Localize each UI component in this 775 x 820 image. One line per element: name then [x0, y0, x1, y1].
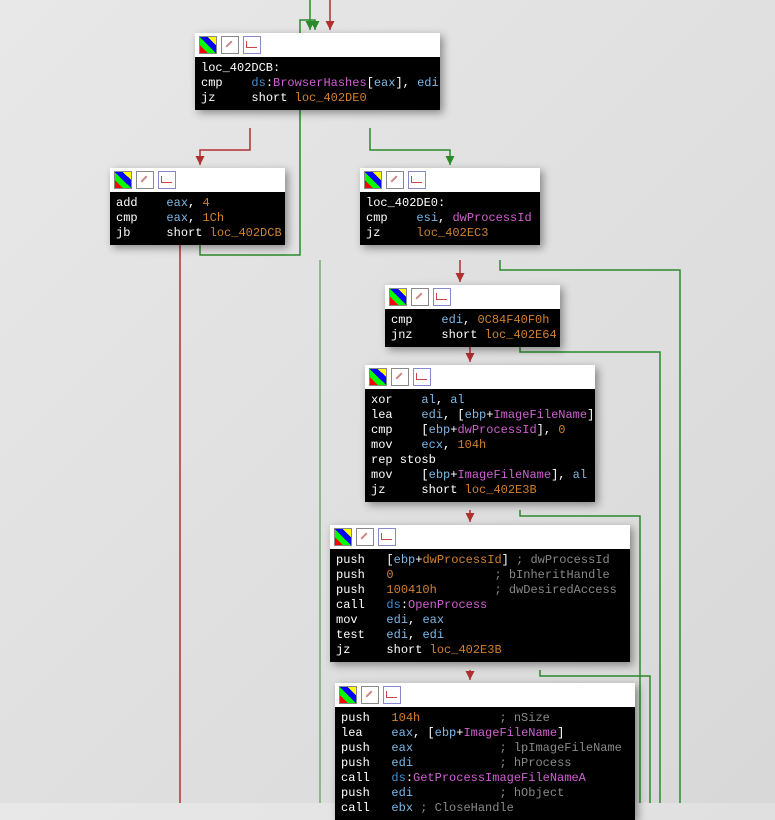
- graph-icon: [433, 288, 451, 306]
- edit-icon: [361, 686, 379, 704]
- asm-line: mov ecx, 104h: [371, 438, 589, 453]
- block-label: loc_402DE0:: [366, 196, 534, 211]
- asm-line: call ebx ; CloseHandle: [341, 801, 629, 816]
- asm-line: jz short loc_402E3B: [336, 643, 624, 658]
- color-icon: [369, 368, 387, 386]
- asm-line: push 100410h ; dwDesiredAccess: [336, 583, 624, 598]
- asm-line: jz short loc_402DE0: [201, 91, 434, 106]
- code-body: push 104h ; nSizelea eax, [ebp+ImageFile…: [335, 707, 635, 820]
- graph-icon: [408, 171, 426, 189]
- graph-icon: [158, 171, 176, 189]
- block-title-bar: [195, 33, 440, 57]
- color-icon: [114, 171, 132, 189]
- code-block-b5[interactable]: xor al, allea edi, [ebp+ImageFileName]cm…: [365, 365, 595, 502]
- asm-line: cmp eax, 1Ch: [116, 211, 279, 226]
- edit-icon: [136, 171, 154, 189]
- asm-line: mov edi, eax: [336, 613, 624, 628]
- asm-line: mov [ebp+ImageFileName], al: [371, 468, 589, 483]
- asm-line: push edi ; hObject: [341, 786, 629, 801]
- code-block-b7[interactable]: push 104h ; nSizelea eax, [ebp+ImageFile…: [335, 683, 635, 820]
- code-block-b6[interactable]: push [ebp+dwProcessId] ; dwProcessIdpush…: [330, 525, 630, 662]
- graph-icon: [383, 686, 401, 704]
- edit-icon: [391, 368, 409, 386]
- asm-line: call ds:GetProcessImageFileNameA: [341, 771, 629, 786]
- asm-line: xor al, al: [371, 393, 589, 408]
- graph-icon: [378, 528, 396, 546]
- code-body: loc_402DCB:cmp ds:BrowserHashes[eax], ed…: [195, 57, 440, 110]
- color-icon: [339, 686, 357, 704]
- block-label: loc_402DCB:: [201, 61, 434, 76]
- asm-line: jz loc_402EC3: [366, 226, 534, 241]
- asm-line: push [ebp+dwProcessId] ; dwProcessId: [336, 553, 624, 568]
- asm-line: test edi, edi: [336, 628, 624, 643]
- block-title-bar: [330, 525, 630, 549]
- asm-line: push eax ; lpImageFileName: [341, 741, 629, 756]
- graph-icon: [243, 36, 261, 54]
- asm-line: jz short loc_402E3B: [371, 483, 589, 498]
- color-icon: [389, 288, 407, 306]
- asm-line: cmp ds:BrowserHashes[eax], edi: [201, 76, 434, 91]
- asm-line: push 104h ; nSize: [341, 711, 629, 726]
- asm-line: lea eax, [ebp+ImageFileName]: [341, 726, 629, 741]
- edit-icon: [356, 528, 374, 546]
- asm-line: cmp esi, dwProcessId: [366, 211, 534, 226]
- asm-line: add eax, 4: [116, 196, 279, 211]
- asm-line: push 0 ; bInheritHandle: [336, 568, 624, 583]
- asm-line: cmp [ebp+dwProcessId], 0: [371, 423, 589, 438]
- edit-icon: [221, 36, 239, 54]
- block-title-bar: [360, 168, 540, 192]
- asm-line: push edi ; hProcess: [341, 756, 629, 771]
- block-title-bar: [335, 683, 635, 707]
- asm-line: jb short loc_402DCB: [116, 226, 279, 241]
- block-title-bar: [365, 365, 595, 389]
- graph-icon: [413, 368, 431, 386]
- code-body: add eax, 4cmp eax, 1Chjb short loc_402DC…: [110, 192, 285, 245]
- code-block-b2[interactable]: add eax, 4cmp eax, 1Chjb short loc_402DC…: [110, 168, 285, 245]
- asm-line: call ds:OpenProcess: [336, 598, 624, 613]
- code-body: loc_402DE0:cmp esi, dwProcessIdjz loc_40…: [360, 192, 540, 245]
- code-block-b4[interactable]: cmp edi, 0C84F40F0hjnz short loc_402E64: [385, 285, 560, 347]
- asm-line: jnz short loc_402E64: [391, 328, 554, 343]
- code-block-b1[interactable]: loc_402DCB:cmp ds:BrowserHashes[eax], ed…: [195, 33, 440, 110]
- code-body: push [ebp+dwProcessId] ; dwProcessIdpush…: [330, 549, 630, 662]
- asm-line: rep stosb: [371, 453, 589, 468]
- color-icon: [199, 36, 217, 54]
- edit-icon: [411, 288, 429, 306]
- block-title-bar: [385, 285, 560, 309]
- asm-line: cmp edi, 0C84F40F0h: [391, 313, 554, 328]
- color-icon: [334, 528, 352, 546]
- asm-line: lea edi, [ebp+ImageFileName]: [371, 408, 589, 423]
- code-body: xor al, allea edi, [ebp+ImageFileName]cm…: [365, 389, 595, 502]
- edit-icon: [386, 171, 404, 189]
- code-block-b3[interactable]: loc_402DE0:cmp esi, dwProcessIdjz loc_40…: [360, 168, 540, 245]
- block-title-bar: [110, 168, 285, 192]
- color-icon: [364, 171, 382, 189]
- code-body: cmp edi, 0C84F40F0hjnz short loc_402E64: [385, 309, 560, 347]
